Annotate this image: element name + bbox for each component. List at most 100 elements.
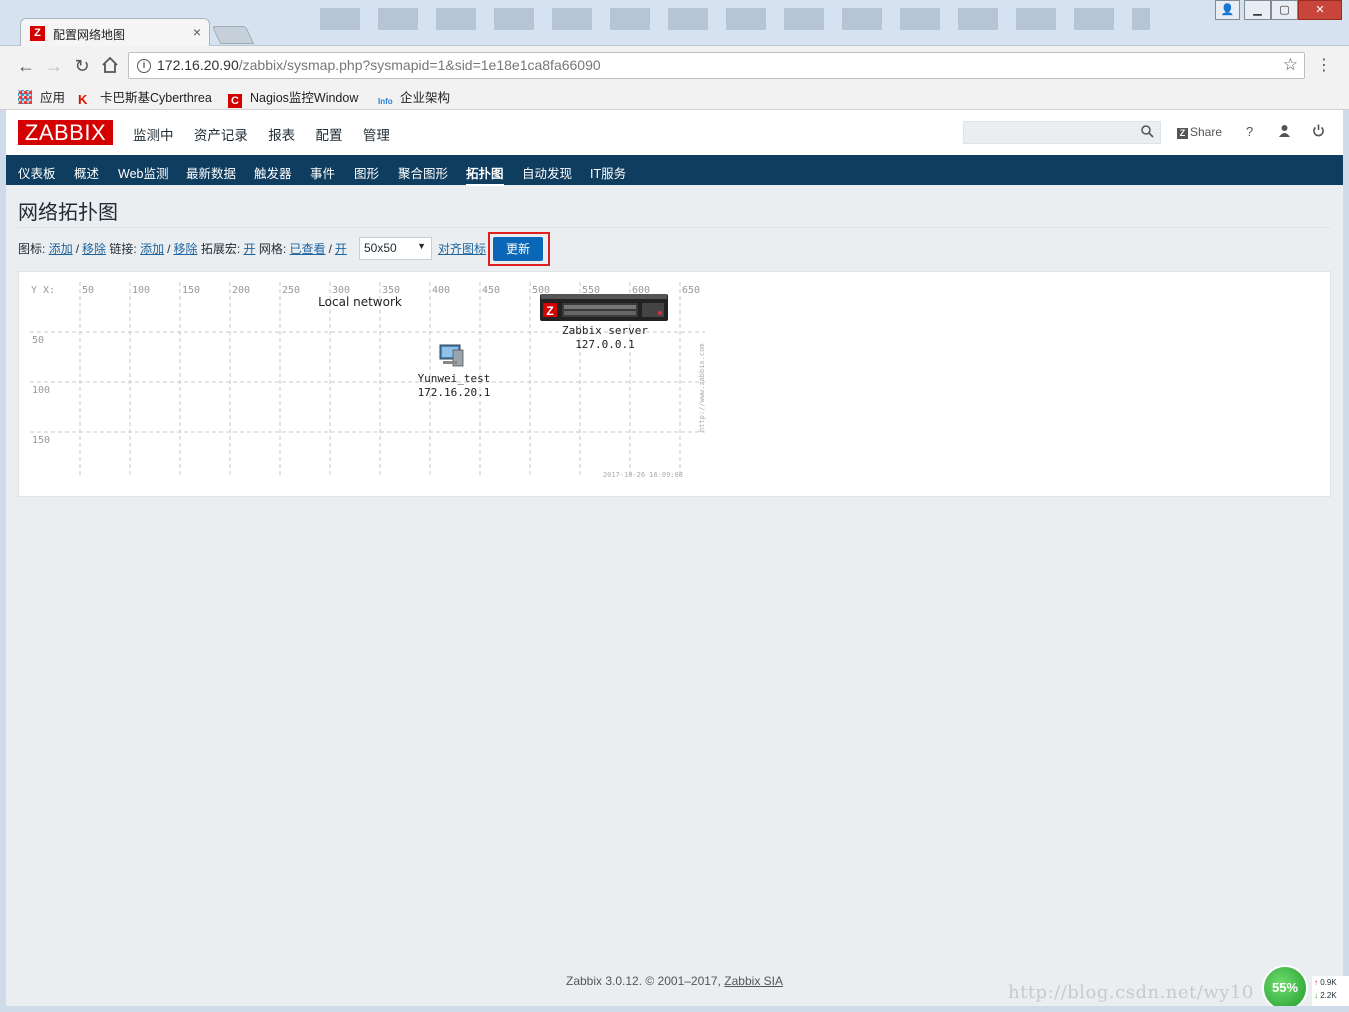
- download-value: 2.2K: [1320, 991, 1337, 1000]
- share-link[interactable]: Z Share: [1177, 124, 1222, 139]
- host-ip: 127.0.0.1: [575, 338, 635, 351]
- x-tick-label: 250: [282, 285, 300, 296]
- subnav-maps[interactable]: 拓扑图: [466, 163, 504, 186]
- menu-administration[interactable]: 管理: [363, 128, 390, 143]
- dropdown-arrow-icon: ▼: [417, 241, 426, 251]
- align-icons-link[interactable]: 对齐图标: [438, 240, 486, 258]
- subnav-web[interactable]: Web监测: [118, 163, 168, 182]
- close-window-button[interactable]: ✕: [1298, 0, 1342, 20]
- expand-macros-toggle[interactable]: 开: [244, 242, 256, 256]
- share-label: Share: [1190, 125, 1223, 139]
- home-icon[interactable]: [100, 56, 120, 78]
- remove-icon-link[interactable]: 移除: [82, 242, 106, 256]
- bookmark-kaspersky[interactable]: K 卡巴斯基Cyberthrea: [78, 89, 212, 107]
- x-tick-label: 400: [432, 285, 450, 296]
- browser-tab-strip: Z 配置网络地图 × 👤 ▁ ▢ ✕: [0, 0, 1349, 46]
- x-tick-label: 50: [82, 285, 94, 296]
- subnav-discovery[interactable]: 自动发现: [522, 163, 572, 182]
- page-title: 网络拓扑图: [18, 202, 118, 224]
- title-divider: [18, 227, 1331, 228]
- map-site-url: http://www.zabbix.com: [698, 343, 706, 432]
- user-profile-icon[interactable]: [1278, 124, 1291, 140]
- subnav-graphs[interactable]: 图形: [354, 163, 379, 182]
- update-highlight: 更新: [488, 232, 550, 266]
- subnav-latest-data[interactable]: 最新数据: [186, 163, 236, 182]
- map-title-label: Local network: [318, 295, 402, 309]
- tab-close-icon[interactable]: ×: [193, 24, 201, 40]
- map-axis-label: Y X:: [31, 285, 55, 296]
- grid-shown-toggle[interactable]: 已查看: [290, 242, 326, 256]
- help-icon[interactable]: ?: [1246, 124, 1253, 139]
- maximize-button[interactable]: ▢: [1271, 0, 1298, 20]
- grid-on-toggle[interactable]: 开: [335, 242, 347, 256]
- csdn-watermark: http://blog.csdn.net/wy10: [1008, 982, 1254, 1003]
- grid-label: 网格:: [258, 242, 287, 256]
- search-icon[interactable]: [1141, 125, 1154, 138]
- footer-text: Zabbix 3.0.12. © 2001–2017,: [565, 974, 721, 988]
- bookmark-label: 企业架构: [400, 91, 451, 105]
- menu-monitoring[interactable]: 监测中: [133, 128, 174, 143]
- browser-menu-icon[interactable]: ⋮: [1316, 57, 1332, 75]
- icon-label: 图标:: [18, 242, 46, 256]
- host-ip: 172.16.20.1: [418, 386, 491, 399]
- apps-grid-icon: [18, 90, 32, 104]
- network-map[interactable]: 50 100 150 200 250 300 350 400 450 500 550 600 65050…: [19, 272, 719, 498]
- subnav-triggers[interactable]: 触发器: [254, 163, 292, 182]
- separator: /: [75, 242, 80, 256]
- info-icon: Info: [378, 97, 393, 106]
- bookmark-apps[interactable]: 应用: [18, 89, 65, 107]
- subnav-overview[interactable]: 概述: [74, 163, 99, 182]
- new-tab-button[interactable]: [211, 26, 255, 44]
- tab-title: 配置网络地图: [53, 28, 126, 42]
- cpu-usage-gauge[interactable]: 55%: [1262, 965, 1308, 1011]
- subnav-dashboard[interactable]: 仪表板: [18, 163, 56, 182]
- x-tick-label: 450: [482, 285, 500, 296]
- site-info-icon[interactable]: i: [137, 59, 151, 73]
- x-tick-label: 650: [682, 285, 700, 296]
- subnav-it-services[interactable]: IT服务: [590, 163, 626, 182]
- update-button[interactable]: 更新: [493, 237, 543, 261]
- add-link-link[interactable]: 添加: [140, 242, 164, 256]
- remove-link-link[interactable]: 移除: [173, 242, 197, 256]
- upload-speed: ↑ 0.9K: [1314, 976, 1349, 989]
- url-text: 172.16.20.90/zabbix/sysmap.php?sysmapid=…: [157, 57, 601, 73]
- host-name: Yunwei_test: [418, 372, 491, 385]
- upload-value: 0.9K: [1320, 978, 1337, 987]
- add-icon-link[interactable]: 添加: [49, 242, 73, 256]
- back-icon[interactable]: ←: [16, 56, 36, 76]
- separator: /: [328, 242, 332, 256]
- grid-size-select[interactable]: 50x50 ▼: [359, 237, 432, 260]
- subnav-events[interactable]: 事件: [310, 163, 335, 182]
- bookmark-label: Nagios监控Window: [250, 91, 359, 105]
- reload-icon[interactable]: ↻: [72, 56, 92, 76]
- download-speed: ↓ 2.2K: [1314, 989, 1349, 1002]
- sub-navigation: 仪表板 概述 Web监测 最新数据 触发器 事件 图形 聚合图形 拓扑图 自动发…: [6, 155, 1343, 186]
- menu-inventory[interactable]: 资产记录: [194, 128, 248, 143]
- zabbix-logo[interactable]: ZABBIX: [18, 120, 113, 145]
- x-tick-label: 100: [132, 285, 150, 296]
- bookmark-label: 卡巴斯基Cyberthrea: [100, 91, 212, 105]
- browser-toolbar: ← → ↻ i 172.16.20.90/zabbix/sysmap.php?s…: [0, 46, 1349, 86]
- logout-icon[interactable]: [1312, 124, 1325, 140]
- footer-company-link[interactable]: Zabbix SIA: [724, 974, 783, 988]
- address-bar[interactable]: i 172.16.20.90/zabbix/sysmap.php?sysmapi…: [128, 52, 1305, 79]
- top-menu: 监测中 资产记录 报表 配置 管理: [133, 124, 407, 144]
- server-rack-icon[interactable]: Z: [540, 294, 668, 321]
- menu-configuration[interactable]: 配置: [316, 128, 343, 143]
- forward-icon[interactable]: →: [44, 56, 64, 76]
- y-tick-label: 50: [32, 335, 44, 346]
- bookmark-star-icon[interactable]: ☆: [1283, 55, 1298, 75]
- search-input[interactable]: [963, 121, 1161, 144]
- browser-tab[interactable]: Z 配置网络地图 ×: [20, 18, 210, 46]
- bookmark-enterprise[interactable]: Info 企业架构: [378, 89, 450, 107]
- kaspersky-icon: K: [78, 92, 88, 107]
- minimize-button[interactable]: ▁: [1244, 0, 1271, 20]
- separator: /: [167, 242, 171, 256]
- menu-reports[interactable]: 报表: [268, 128, 295, 143]
- user-icon[interactable]: 👤: [1215, 0, 1240, 20]
- subnav-screens[interactable]: 聚合图形: [398, 163, 448, 182]
- link-label: 链接:: [109, 242, 137, 256]
- bookmark-nagios[interactable]: C Nagios监控Window: [228, 89, 359, 108]
- nagios-icon: C: [228, 94, 242, 108]
- workstation-icon[interactable]: [439, 344, 464, 367]
